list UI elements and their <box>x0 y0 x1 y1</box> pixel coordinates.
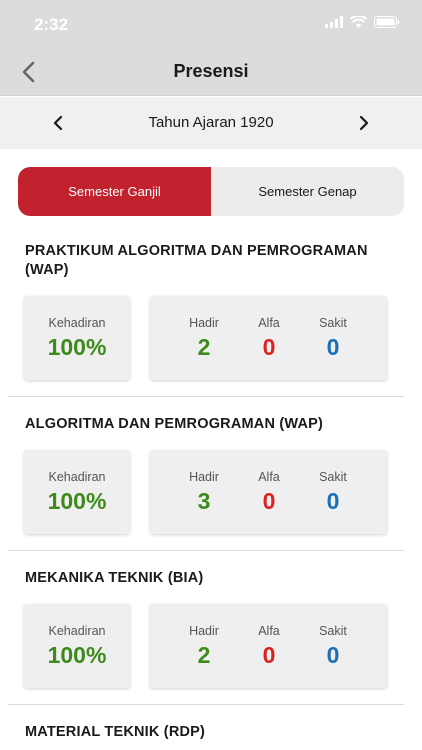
course-title: MEKANIKA TEKNIK (BIA) <box>25 570 204 586</box>
alfa-stat: Alfa 0 <box>239 450 299 534</box>
alfa-value: 0 <box>262 334 276 360</box>
hadir-stat: Hadir 2 <box>174 604 234 688</box>
course-card: PRAKTIKUM ALGORITMA DAN PEMROGRAMAN (WAP… <box>8 242 404 402</box>
divider <box>8 550 404 551</box>
alfa-label: Alfa <box>258 470 280 484</box>
attendance-percentage-card: Kehadiran 100% <box>24 450 130 534</box>
attendance-stats-card: Hadir 2 Alfa 0 Sakit 0 <box>150 296 387 380</box>
alfa-label: Alfa <box>258 316 280 330</box>
sakit-stat: Sakit 0 <box>303 604 363 688</box>
next-year-button[interactable] <box>352 111 376 135</box>
course-card: ALGORITMA DAN PEMROGRAMAN (WAP) Kehadira… <box>8 415 404 555</box>
kehadiran-value: 100% <box>47 334 107 360</box>
sakit-label: Sakit <box>319 624 347 638</box>
kehadiran-label: Kehadiran <box>48 624 106 638</box>
sakit-label: Sakit <box>319 316 347 330</box>
alfa-value: 0 <box>262 488 276 514</box>
attendance-percentage-card: Kehadiran 100% <box>24 604 130 688</box>
battery-icon <box>374 16 400 28</box>
signal-icon <box>325 16 343 28</box>
course-title: MATERIAL TEKNIK (RDP) <box>25 724 206 740</box>
divider <box>8 704 404 705</box>
hadir-label: Hadir <box>189 470 219 484</box>
tab-semester-genap[interactable]: Semester Genap <box>211 167 404 216</box>
hadir-label: Hadir <box>189 316 219 330</box>
sakit-value: 0 <box>326 488 340 514</box>
page-title: Presensi <box>173 61 249 81</box>
wifi-icon <box>350 16 367 28</box>
kehadiran-value: 100% <box>47 642 107 668</box>
sakit-stat: Sakit 0 <box>303 450 363 534</box>
attendance-stats-card: Hadir 2 Alfa 0 Sakit 0 <box>150 604 387 688</box>
hadir-label: Hadir <box>189 624 219 638</box>
kehadiran-value: 100% <box>47 488 107 514</box>
course-card: MEKANIKA TEKNIK (BIA) Kehadiran 100% Had… <box>8 569 404 709</box>
attendance-stats-card: Hadir 3 Alfa 0 Sakit 0 <box>150 450 387 534</box>
alfa-stat: Alfa 0 <box>239 604 299 688</box>
kehadiran-label: Kehadiran <box>48 316 106 330</box>
alfa-value: 0 <box>262 642 276 668</box>
sakit-label: Sakit <box>319 470 347 484</box>
attendance-percentage-card: Kehadiran 100% <box>24 296 130 380</box>
chevron-right-icon <box>359 115 369 131</box>
alfa-stat: Alfa 0 <box>239 296 299 380</box>
course-card: MATERIAL TEKNIK (RDP) <box>8 723 404 750</box>
tab-semester-ganjil[interactable]: Semester Ganjil <box>18 167 211 216</box>
navigation-bar: Presensi <box>0 46 422 96</box>
semester-segmented-control: Semester Ganjil Semester Genap <box>18 167 404 216</box>
course-title: PRAKTIKUM ALGORITMA DAN PEMROGRAMAN (WAP… <box>25 243 368 278</box>
sakit-value: 0 <box>326 334 340 360</box>
divider <box>8 396 404 397</box>
sakit-stat: Sakit 0 <box>303 296 363 380</box>
kehadiran-label: Kehadiran <box>48 470 106 484</box>
status-time: 2:32 <box>34 15 69 34</box>
hadir-stat: Hadir 3 <box>174 450 234 534</box>
hadir-value: 2 <box>197 334 211 360</box>
status-icons <box>325 16 400 28</box>
hadir-stat: Hadir 2 <box>174 296 234 380</box>
course-title: ALGORITMA DAN PEMROGRAMAN (WAP) <box>25 416 324 432</box>
sakit-value: 0 <box>326 642 340 668</box>
year-selector: Tahun Ajaran 1920 <box>0 97 422 149</box>
status-bar: 2:32 <box>0 0 422 46</box>
alfa-label: Alfa <box>258 624 280 638</box>
hadir-value: 2 <box>197 642 211 668</box>
hadir-value: 3 <box>197 488 211 514</box>
